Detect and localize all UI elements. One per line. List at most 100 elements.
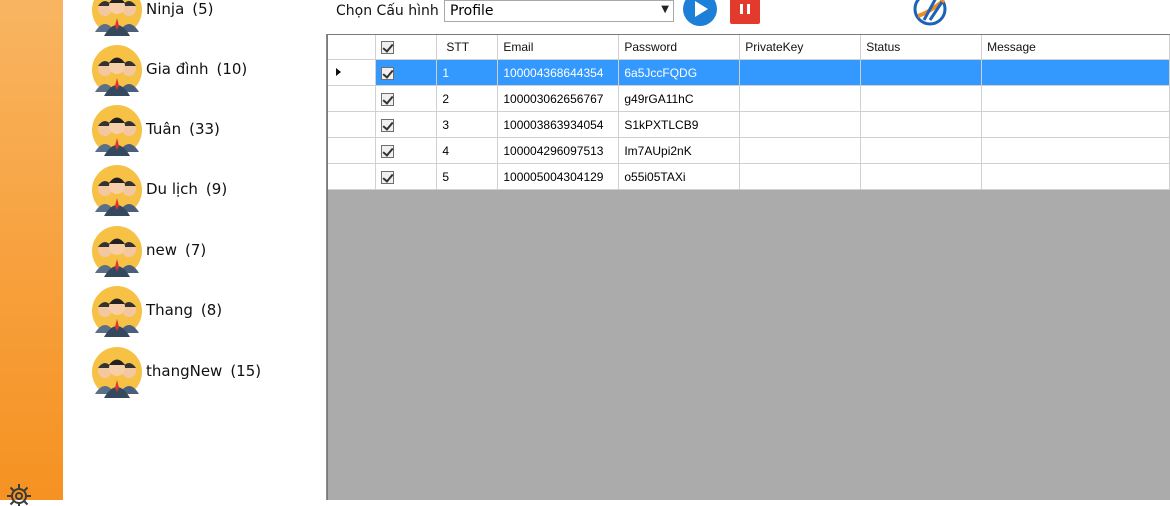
cell-status[interactable] [860, 111, 983, 138]
cell-message[interactable] [981, 85, 1170, 112]
config-dropdown[interactable]: Profile ▼ [444, 0, 674, 22]
column-header-status[interactable]: Status [860, 35, 983, 60]
group-avatar-icon [92, 286, 142, 337]
cell-message[interactable] [981, 111, 1170, 138]
cell-stt[interactable]: 1 [436, 59, 499, 86]
checkbox-checked-icon [381, 92, 395, 106]
checkbox-checked-icon [381, 41, 395, 55]
config-label: Chọn Cấu hình [336, 3, 439, 19]
group-count: (8) [200, 301, 223, 319]
cell-message[interactable] [981, 59, 1170, 86]
account-grid[interactable]: STT Email Password PrivateKey Status Mes… [327, 34, 1170, 500]
column-header-password[interactable]: Password [618, 35, 741, 60]
column-header-stt[interactable]: STT [436, 35, 499, 60]
row-checkbox[interactable] [375, 137, 438, 164]
group-count: (10) [216, 60, 248, 78]
grid-header-row: STT Email Password PrivateKey Status Mes… [328, 35, 1170, 60]
cell-password[interactable]: 6a5JccFQDG [618, 59, 741, 86]
cell-password[interactable]: Im7AUpi2nK [618, 137, 741, 164]
group-item[interactable]: new (7) [88, 225, 318, 277]
column-header-email[interactable]: Email [497, 35, 620, 60]
row-header[interactable] [328, 85, 377, 112]
cell-status[interactable] [860, 137, 983, 164]
column-header-privatekey[interactable]: PrivateKey [739, 35, 862, 60]
group-count: (7) [185, 241, 207, 259]
select-all-checkbox[interactable] [375, 35, 438, 60]
row-checkbox[interactable] [375, 163, 438, 190]
column-header-message[interactable]: Message [981, 35, 1170, 60]
cell-stt[interactable]: 3 [436, 111, 499, 138]
cell-email[interactable]: 100003863934054 [497, 111, 620, 138]
cell-message[interactable] [981, 137, 1170, 164]
cell-stt[interactable]: 4 [436, 137, 499, 164]
stop-button[interactable] [730, 0, 760, 24]
group-avatar-icon [92, 165, 142, 216]
cell-stt[interactable]: 2 [436, 85, 499, 112]
group-avatar-icon [92, 0, 142, 36]
group-name: thangNew [146, 362, 223, 380]
row-header[interactable] [328, 59, 377, 86]
group-name: Tuân [146, 120, 182, 138]
row-checkbox[interactable] [375, 59, 438, 86]
group-count: (15) [230, 362, 262, 380]
group-avatar-icon [92, 226, 142, 277]
group-item[interactable]: Tuân (33) [88, 104, 318, 156]
cell-status[interactable] [860, 163, 983, 190]
group-item[interactable]: Du lịch (9) [88, 164, 318, 216]
checkbox-checked-icon [381, 144, 395, 158]
cell-password[interactable]: S1kPXTLCB9 [618, 111, 741, 138]
cell-privatekey[interactable] [739, 59, 862, 86]
checkbox-checked-icon [381, 118, 395, 132]
row-header[interactable] [328, 137, 377, 164]
table-row[interactable]: 4 100004296097513 Im7AUpi2nK [328, 137, 1170, 164]
start-button[interactable] [683, 0, 717, 26]
group-avatar-icon [92, 105, 142, 156]
group-label: thangNew (15) [146, 362, 261, 380]
cell-email[interactable]: 100004296097513 [497, 137, 620, 164]
current-row-arrow-icon [336, 68, 341, 76]
table-row[interactable]: 3 100003863934054 S1kPXTLCB9 [328, 111, 1170, 138]
row-header-corner [328, 35, 377, 60]
play-icon [695, 1, 708, 17]
gear-icon[interactable] [0, 482, 40, 506]
group-name: Gia đình [146, 60, 209, 78]
cell-email[interactable]: 100005004304129 [497, 163, 620, 190]
cell-privatekey[interactable] [739, 111, 862, 138]
group-label: Gia đình (10) [146, 60, 247, 78]
cell-email[interactable]: 100004368644354 [497, 59, 620, 86]
checkbox-checked-icon [381, 66, 395, 80]
table-row[interactable]: 1 100004368644354 6a5JccFQDG [328, 59, 1170, 86]
chevron-down-icon: ▼ [661, 4, 669, 15]
account-table: STT Email Password PrivateKey Status Mes… [328, 35, 1170, 190]
group-label: Du lịch (9) [146, 180, 227, 198]
group-label: new (7) [146, 241, 206, 259]
cell-status[interactable] [860, 59, 983, 86]
cell-privatekey[interactable] [739, 85, 862, 112]
group-label: Tuân (33) [146, 120, 220, 138]
cell-stt[interactable]: 5 [436, 163, 499, 190]
row-checkbox[interactable] [375, 85, 438, 112]
group-item[interactable]: Thang (8) [88, 285, 318, 337]
group-list: Ninja (5) Gia đình (10) Tuân (33) Du lịch (9) ne… [88, 0, 323, 500]
group-label: Thang (8) [146, 301, 222, 319]
group-count: (33) [189, 120, 220, 138]
row-header[interactable] [328, 111, 377, 138]
cell-message[interactable] [981, 163, 1170, 190]
group-item[interactable]: Gia đình (10) [88, 44, 318, 96]
cell-password[interactable]: o55i05TAXi [618, 163, 741, 190]
group-item[interactable]: thangNew (15) [88, 346, 318, 398]
row-header[interactable] [328, 163, 377, 190]
group-name: Du lịch [146, 180, 198, 198]
table-row[interactable]: 2 100003062656767 g49rGA11hC [328, 85, 1170, 112]
cell-email[interactable]: 100003062656767 [497, 85, 620, 112]
row-checkbox[interactable] [375, 111, 438, 138]
group-avatar-icon [92, 45, 142, 96]
cell-privatekey[interactable] [739, 163, 862, 190]
cell-status[interactable] [860, 85, 983, 112]
cell-privatekey[interactable] [739, 137, 862, 164]
checkbox-checked-icon [381, 170, 395, 184]
config-dropdown-value: Profile [450, 3, 494, 19]
table-row[interactable]: 5 100005004304129 o55i05TAXi [328, 163, 1170, 190]
group-item[interactable]: Ninja (5) [88, 0, 318, 36]
cell-password[interactable]: g49rGA11hC [618, 85, 741, 112]
